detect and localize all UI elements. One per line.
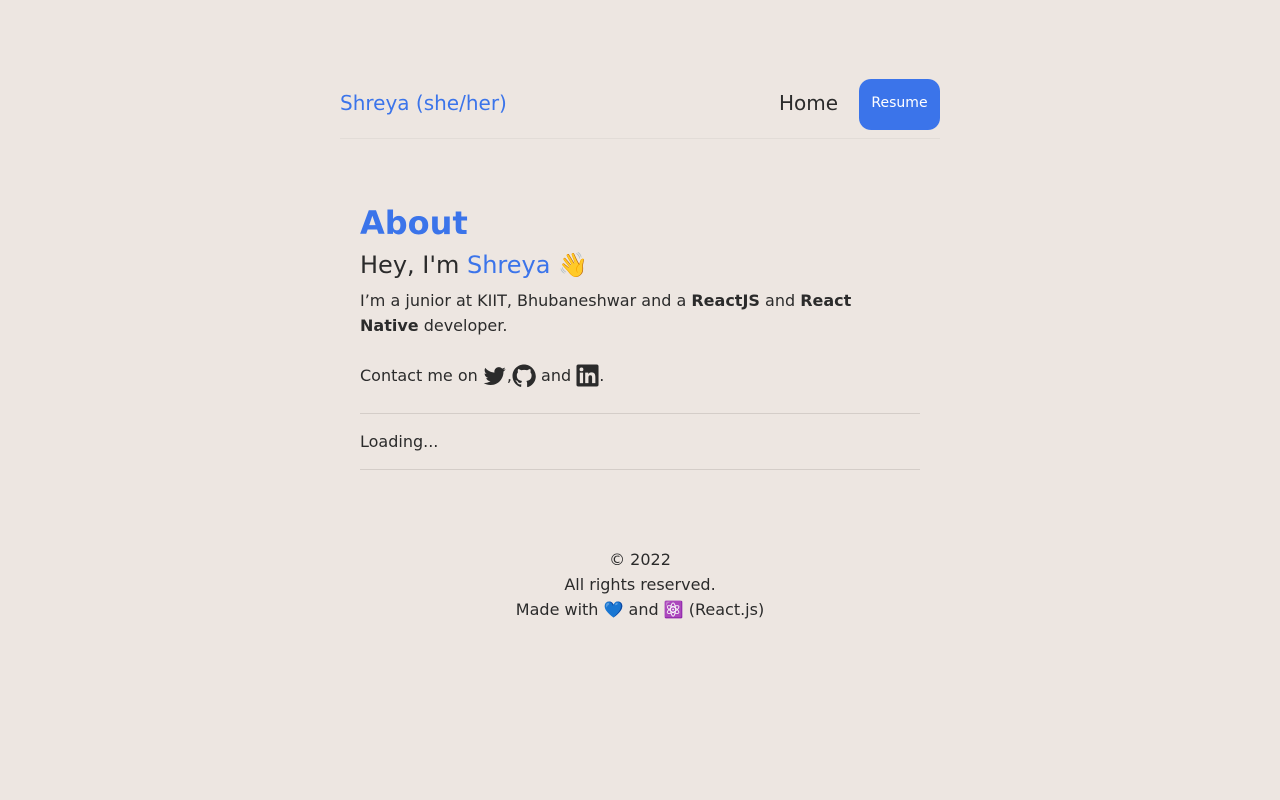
bio-text: I’m a junior at KIIT, Bhubaneshwar and a… xyxy=(360,288,908,338)
bio-part3: developer. xyxy=(418,316,508,335)
footer-made-with: Made with 💙 and ⚛️ (React.js) xyxy=(515,600,765,619)
footer-rights: All rights reserved. xyxy=(564,575,716,594)
brand-link[interactable]: Shreya (she/her) xyxy=(340,91,507,115)
contact-prefix: Contact me on xyxy=(360,366,483,385)
linkedin-icon xyxy=(576,364,599,387)
linkedin-link[interactable] xyxy=(576,364,599,387)
loading-section: Loading... xyxy=(360,413,920,470)
bio-reactjs: ReactJS xyxy=(691,291,760,310)
about-section: About Hey, I'm Shreya 👋 I’m a junior at … xyxy=(360,200,920,470)
contact-line: Contact me on , and . xyxy=(360,363,920,388)
navbar: Shreya (she/her) Home Resume xyxy=(340,79,940,139)
greeting-prefix: Hey, I'm xyxy=(360,251,467,279)
contact-period: . xyxy=(599,366,605,385)
resume-button[interactable]: Resume xyxy=(859,79,940,130)
github-icon xyxy=(512,364,536,387)
twitter-link[interactable] xyxy=(483,365,507,387)
bio-part2: and xyxy=(759,291,801,310)
contact-and: and xyxy=(535,366,577,385)
footer-copyright: © 2022 xyxy=(609,550,671,569)
wave-emoji: 👋 xyxy=(558,251,588,279)
greeting: Hey, I'm Shreya 👋 xyxy=(360,246,920,284)
twitter-icon xyxy=(483,366,506,385)
bio-part1: I’m a junior at KIIT, Bhubaneshwar and a xyxy=(360,291,692,310)
page-title: About xyxy=(360,204,468,242)
footer: © 2022 All rights reserved. Made with 💙 … xyxy=(0,547,1280,622)
nav-home-link[interactable]: Home xyxy=(779,91,838,115)
greeting-name: Shreya xyxy=(466,251,551,279)
page: Shreya (she/her) Home Resume About Hey, … xyxy=(0,0,1280,800)
github-link[interactable] xyxy=(512,364,536,388)
loading-text: Loading... xyxy=(360,432,439,451)
